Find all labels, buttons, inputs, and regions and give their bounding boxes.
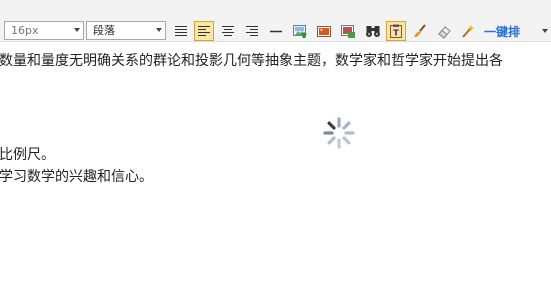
eraser-icon (438, 26, 451, 39)
find-button[interactable] (363, 21, 383, 41)
align-justify-icon (175, 26, 187, 36)
content-line: 学习数学的兴趣和信心。 (0, 169, 153, 185)
binoculars-icon (366, 26, 380, 37)
picture-icon (317, 26, 331, 37)
paragraph-value: 段落 (93, 24, 115, 37)
font-size-value: 16px (11, 24, 39, 37)
paste-text-icon: T (390, 24, 402, 38)
horizontal-rule-icon (270, 30, 282, 33)
justify-button[interactable] (171, 21, 191, 41)
align-left-icon (198, 26, 210, 36)
editor-toolbar: 16px 段落 T 一键排 (0, 0, 551, 42)
content-line: 数量和量度无明确关系的群论和投影几何等抽象主题，数学家和哲学家开始提出各 (0, 53, 503, 69)
insert-picture-button[interactable] (314, 21, 334, 41)
eraser-button[interactable] (434, 21, 454, 41)
horizontal-rule-button[interactable] (266, 21, 286, 41)
paragraph-select[interactable]: 段落 (86, 21, 166, 40)
dropdown-arrow-icon (156, 28, 162, 32)
dropdown-arrow-icon (74, 28, 80, 32)
align-left-button[interactable] (194, 21, 214, 41)
content-line: 比例尺。 (0, 147, 55, 163)
format-brush-button[interactable] (410, 21, 430, 41)
typeset-button[interactable]: 一键排 (463, 21, 533, 41)
insert-image-button[interactable] (290, 21, 310, 41)
image-upload-icon (293, 25, 307, 38)
align-right-button[interactable] (242, 21, 262, 41)
gallery-icon (341, 25, 355, 38)
align-center-icon (222, 26, 234, 36)
typeset-label: 一键排 (484, 25, 521, 39)
loading-spinner-icon (323, 117, 355, 149)
svg-text:T: T (393, 29, 399, 38)
insert-gallery-button[interactable] (338, 21, 358, 41)
align-center-button[interactable] (218, 21, 238, 41)
align-right-icon (246, 26, 258, 36)
font-size-select[interactable]: 16px (4, 21, 84, 40)
brush-icon (414, 24, 426, 37)
editor-content[interactable]: 数量和量度无明确关系的群论和投影几何等抽象主题，数学家和哲学家开始提出各 比例尺… (0, 42, 551, 293)
paste-plain-button[interactable]: T (386, 21, 406, 41)
more-arrow-icon[interactable] (542, 29, 548, 33)
